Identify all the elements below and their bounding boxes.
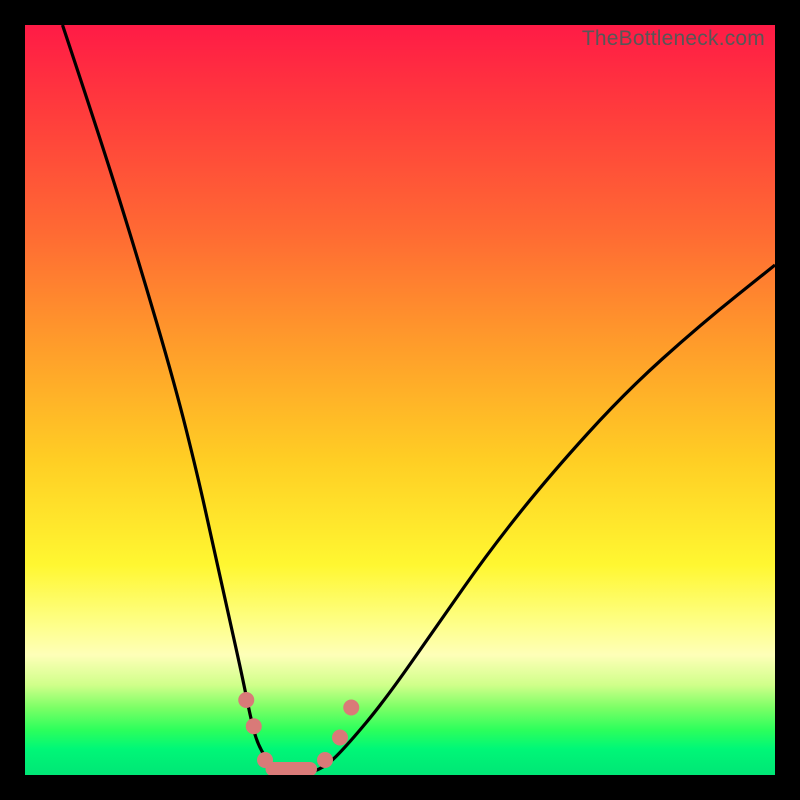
chart-svg <box>25 25 775 775</box>
bottleneck-curve <box>63 25 776 775</box>
data-marker <box>238 692 254 708</box>
data-marker <box>317 752 333 768</box>
data-marker <box>246 718 262 734</box>
plot-frame: TheBottleneck.com <box>25 25 775 775</box>
data-marker <box>343 700 359 716</box>
data-marker <box>257 752 273 768</box>
data-marker <box>332 730 348 746</box>
watermark-text: TheBottleneck.com <box>582 27 765 51</box>
